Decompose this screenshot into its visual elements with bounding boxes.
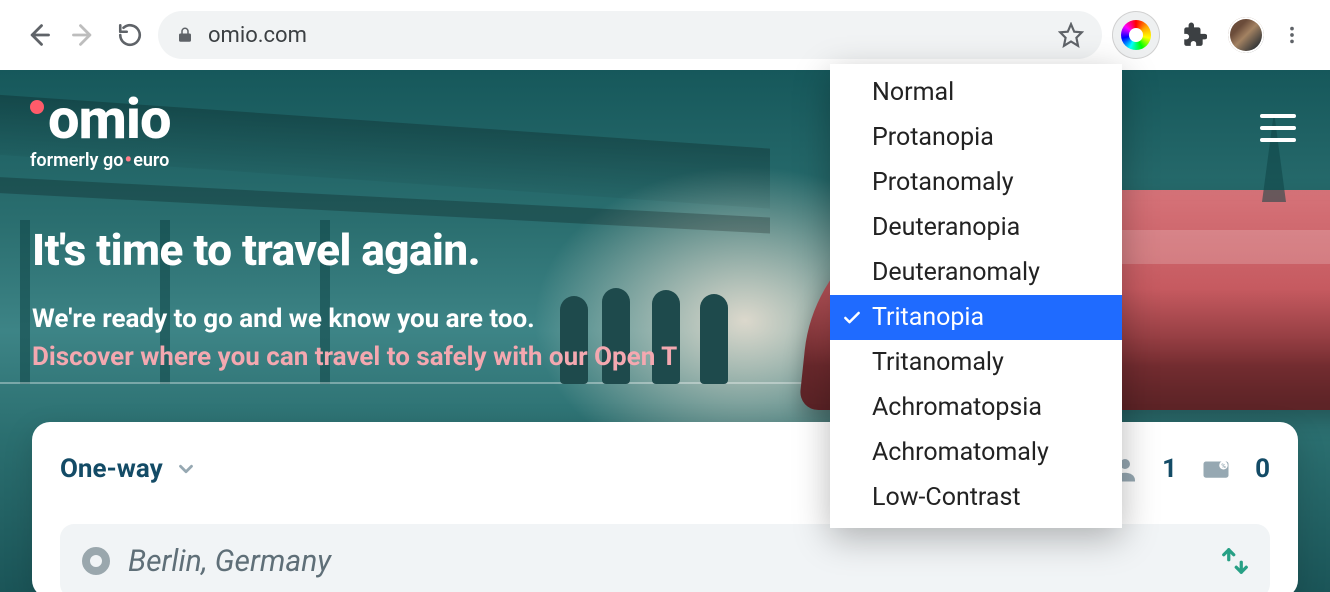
ext-menu-item-label: Tritanopia <box>872 303 984 332</box>
hero-link[interactable]: Discover where you can travel to safely … <box>32 342 677 372</box>
address-bar[interactable]: omio.com <box>158 11 1102 59</box>
trip-type-selector[interactable]: One-way <box>60 454 197 484</box>
lock-icon <box>176 26 194 44</box>
logo-dot-icon <box>30 100 44 114</box>
ext-menu-item[interactable]: Achromatomaly <box>830 430 1122 475</box>
passenger-count[interactable]: 1 <box>1162 454 1177 484</box>
site-logo[interactable]: omio formerly go•euro <box>30 94 171 171</box>
hero-decor <box>20 220 30 384</box>
ext-menu-item-label: Tritanomaly <box>872 348 1004 377</box>
extensions-button[interactable] <box>1170 11 1218 59</box>
ext-menu-item-label: Low-Contrast <box>872 483 1021 512</box>
from-location-input[interactable]: Berlin, Germany <box>60 524 1270 592</box>
colorblind-extension-button[interactable] <box>1112 11 1160 59</box>
ext-menu-item[interactable]: Protanomaly <box>830 160 1122 205</box>
bookmark-star-icon[interactable] <box>1058 22 1084 48</box>
ext-menu-item[interactable]: Deuteranopia <box>830 205 1122 250</box>
chevron-down-icon <box>175 458 197 480</box>
ext-menu-item-label: Protanomaly <box>872 168 1014 197</box>
from-location-value: Berlin, Germany <box>128 544 331 579</box>
forward-button[interactable] <box>66 17 102 53</box>
ext-menu-item-label: Normal <box>872 78 954 107</box>
logo-subtitle: formerly go•euro <box>30 150 171 171</box>
ext-menu-item-label: Deuteranopia <box>872 213 1020 242</box>
profile-avatar[interactable] <box>1228 17 1264 53</box>
discount-card-count[interactable]: 0 <box>1255 454 1270 484</box>
origin-icon <box>82 547 110 575</box>
logo-sub-suffix: euro <box>133 150 169 171</box>
colorblind-extension-menu: Normal Protanopia Protanomaly Deuteranopia D… <box>830 64 1122 528</box>
ext-menu-item-label: Protanopia <box>872 123 994 152</box>
ext-menu-item-label: Achromatomaly <box>872 438 1049 467</box>
hero-headline: It's time to travel again. <box>32 224 480 276</box>
ext-menu-item-label: Achromatopsia <box>872 393 1042 422</box>
page-hero: omio formerly go•euro It's time to trave… <box>0 70 1330 592</box>
hero-subline: We're ready to go and we know you are to… <box>32 304 535 334</box>
ext-menu-item[interactable]: Achromatopsia <box>830 385 1122 430</box>
reload-button[interactable] <box>112 17 148 53</box>
ext-menu-item[interactable]: Tritanopia <box>830 295 1122 340</box>
logo-text: omio <box>48 94 171 144</box>
ext-menu-item-label: Deuteranomaly <box>872 258 1040 287</box>
ext-menu-item[interactable]: Deuteranomaly <box>830 250 1122 295</box>
ext-menu-item[interactable]: Tritanomaly <box>830 340 1122 385</box>
back-button[interactable] <box>20 17 56 53</box>
chrome-menu-button[interactable] <box>1274 17 1310 53</box>
ext-menu-item[interactable]: Protanopia <box>830 115 1122 160</box>
swap-locations-button[interactable] <box>1220 546 1250 576</box>
browser-toolbar: omio.com <box>0 0 1330 70</box>
trip-type-label: One-way <box>60 454 163 484</box>
svg-text:%: % <box>1221 462 1226 470</box>
discount-card-icon: % <box>1199 454 1233 484</box>
ext-menu-item[interactable]: Low-Contrast <box>830 475 1122 520</box>
color-wheel-icon <box>1121 20 1151 50</box>
check-icon <box>842 308 862 328</box>
url-text: omio.com <box>208 23 307 48</box>
logo-sub-prefix: formerly go <box>30 150 123 171</box>
site-menu-button[interactable] <box>1260 114 1296 142</box>
ext-menu-item[interactable]: Normal <box>830 70 1122 115</box>
